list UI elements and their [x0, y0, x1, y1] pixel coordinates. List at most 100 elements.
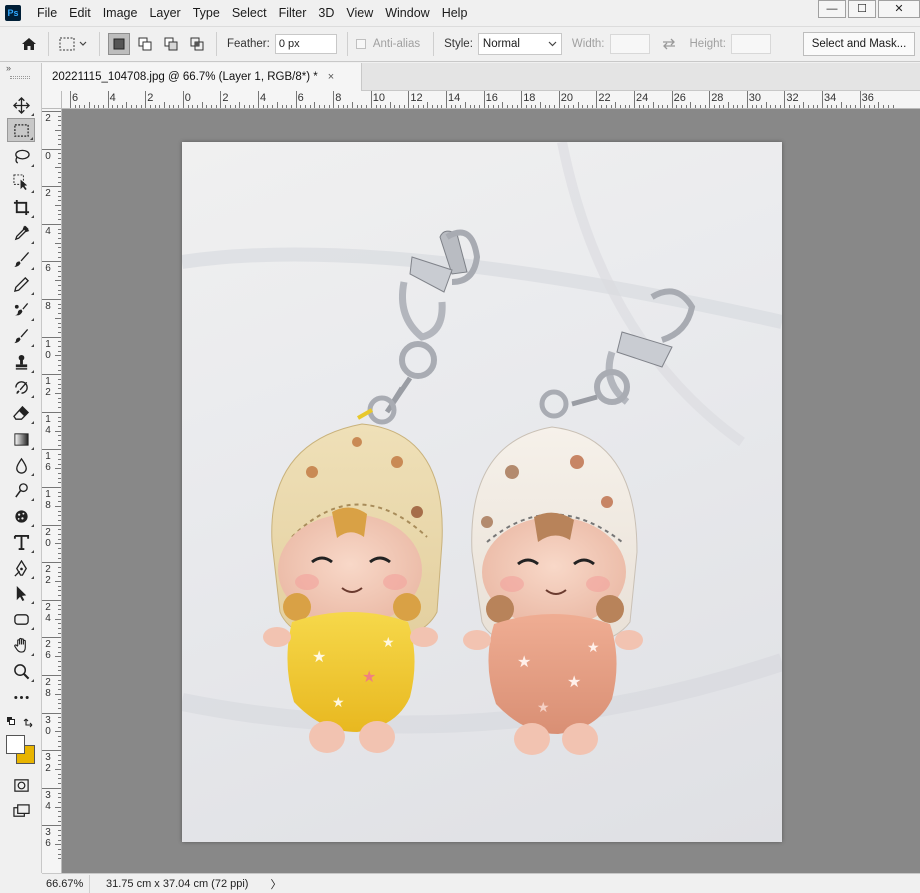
menu-image[interactable]: Image [97, 0, 144, 26]
chevron-right-icon[interactable]: 〉 [270, 876, 281, 892]
canvas-area[interactable]: ★ ★ ★ ★ ★ ★ ★ ★ [62, 109, 920, 873]
ruler-minor-tick [887, 105, 889, 108]
stamp-tool-icon[interactable] [7, 350, 35, 374]
style-select[interactable]: Normal [477, 33, 562, 55]
more-tools-icon[interactable] [7, 685, 35, 709]
eraser-tool-icon[interactable] [7, 401, 35, 425]
path-selection-tool-icon[interactable] [7, 581, 35, 605]
menu-window[interactable]: Window [379, 0, 435, 26]
ruler-tick [42, 261, 61, 263]
add-to-selection-icon[interactable] [134, 33, 156, 55]
ruler-minor-tick [58, 571, 61, 573]
feather-input[interactable] [274, 34, 337, 54]
intersect-selection-icon[interactable] [186, 33, 208, 55]
marquee-preset-icon[interactable] [57, 33, 91, 55]
minimize-button[interactable]: — [818, 0, 846, 18]
ruler-minor-tick [629, 105, 631, 108]
ruler-label: 2 [45, 188, 51, 200]
height-input[interactable] [730, 34, 771, 54]
document-info[interactable]: 31.75 cm x 37.04 cm (72 ppi) [90, 878, 248, 890]
ruler-minor-tick [58, 566, 61, 568]
ruler-minor-tick [643, 105, 645, 108]
ruler-minor-tick [455, 105, 457, 108]
lasso-tool-icon[interactable] [7, 144, 35, 168]
type-tool-icon[interactable] [7, 530, 35, 554]
antialias-checkbox[interactable] [355, 39, 366, 49]
maximize-button[interactable]: ☐ [848, 0, 876, 18]
rectangular-marquee-tool-icon[interactable] [7, 118, 35, 142]
ruler-minor-tick [58, 557, 61, 559]
ruler-tick [42, 562, 61, 564]
ruler-minor-tick [854, 105, 856, 108]
ruler-minor-tick [58, 759, 61, 761]
gradient-tool-icon[interactable] [7, 427, 35, 451]
ruler-minor-tick [58, 158, 61, 159]
width-input[interactable] [609, 34, 650, 54]
brush-tool-icon[interactable] [7, 247, 35, 271]
pen-tool-icon[interactable] [7, 556, 35, 580]
eyedropper-tool-icon[interactable] [7, 221, 35, 245]
zoom-level-field[interactable]: 66.67% [42, 874, 90, 893]
hand-tool-icon[interactable] [7, 633, 35, 657]
ruler-minor-tick [648, 105, 650, 108]
object-selection-tool-icon[interactable] [7, 170, 35, 194]
home-icon[interactable] [18, 33, 40, 55]
panel-grip[interactable] [10, 76, 30, 79]
ruler-minor-tick [58, 651, 61, 653]
select-and-mask-button[interactable]: Select and Mask... [803, 32, 915, 56]
ruler-label: 2 [45, 113, 51, 124]
zoom-tool-icon[interactable] [7, 659, 35, 683]
subtract-from-selection-icon[interactable] [160, 33, 182, 55]
history-brush-tool-icon[interactable] [7, 375, 35, 399]
ruler-minor-tick [58, 576, 61, 578]
svg-text:★: ★ [332, 694, 345, 710]
move-tool-icon[interactable] [7, 93, 35, 117]
foreground-color-swatch[interactable] [6, 735, 25, 754]
crop-tool-icon[interactable] [7, 195, 35, 219]
clone-brush-tool-icon[interactable] [7, 324, 35, 348]
vertical-ruler[interactable]: 2024681012141618202224262830323436 [42, 109, 62, 873]
dodge-tool-icon[interactable] [7, 478, 35, 502]
horizontal-ruler[interactable]: 6 4 2 0 2 4 6 8 10 12 14 16 18 20 22 24 26 28 30 32 34 36 [62, 91, 920, 109]
document-canvas[interactable]: ★ ★ ★ ★ ★ ★ ★ ★ [182, 142, 782, 842]
menu-type[interactable]: Type [187, 0, 226, 26]
ruler-origin[interactable] [42, 91, 62, 109]
panel-collapse-icon[interactable]: » [0, 63, 41, 75]
ruler-minor-tick [619, 105, 621, 108]
ruler-minor-tick [55, 430, 61, 432]
menu-view[interactable]: View [340, 0, 379, 26]
ruler-minor-tick [779, 105, 781, 108]
sponge-tool-icon[interactable] [7, 504, 35, 528]
pencil-tool-icon[interactable] [7, 272, 35, 296]
menu-edit[interactable]: Edit [63, 0, 97, 26]
close-tab-icon[interactable]: × [328, 71, 334, 83]
rectangle-tool-icon[interactable] [7, 607, 35, 631]
healing-brush-tool-icon[interactable] [7, 298, 35, 322]
document-tab[interactable]: 20221115_104708.jpg @ 66.7% (Layer 1, RG… [42, 63, 362, 91]
menu-select[interactable]: Select [226, 0, 273, 26]
ruler-label: 4 [109, 92, 116, 104]
ruler-minor-tick [58, 482, 61, 484]
default-colors-icon[interactable] [6, 716, 36, 730]
menu-filter[interactable]: Filter [273, 0, 313, 26]
new-selection-icon[interactable] [108, 33, 130, 55]
ruler-minor-tick [164, 102, 165, 108]
swap-dimensions-icon[interactable] [658, 33, 680, 55]
quick-mask-icon[interactable] [7, 773, 35, 797]
menu-3d[interactable]: 3D [312, 0, 340, 26]
menu-help[interactable]: Help [436, 0, 474, 26]
menu-file[interactable]: File [31, 0, 63, 26]
ruler-minor-tick [58, 256, 61, 258]
ruler-minor-tick [58, 689, 61, 691]
ruler-minor-tick [337, 105, 339, 108]
ruler-minor-tick [58, 515, 61, 517]
blur-tool-icon[interactable] [7, 453, 35, 477]
close-button[interactable]: ✕ [878, 0, 920, 18]
ruler-minor-tick [58, 289, 61, 291]
ruler-minor-tick [319, 105, 321, 108]
ruler-tick [370, 91, 372, 108]
style-label: Style: [444, 38, 473, 50]
screen-mode-icon[interactable] [7, 799, 35, 823]
ruler-minor-tick [384, 105, 386, 108]
menu-layer[interactable]: Layer [143, 0, 186, 26]
